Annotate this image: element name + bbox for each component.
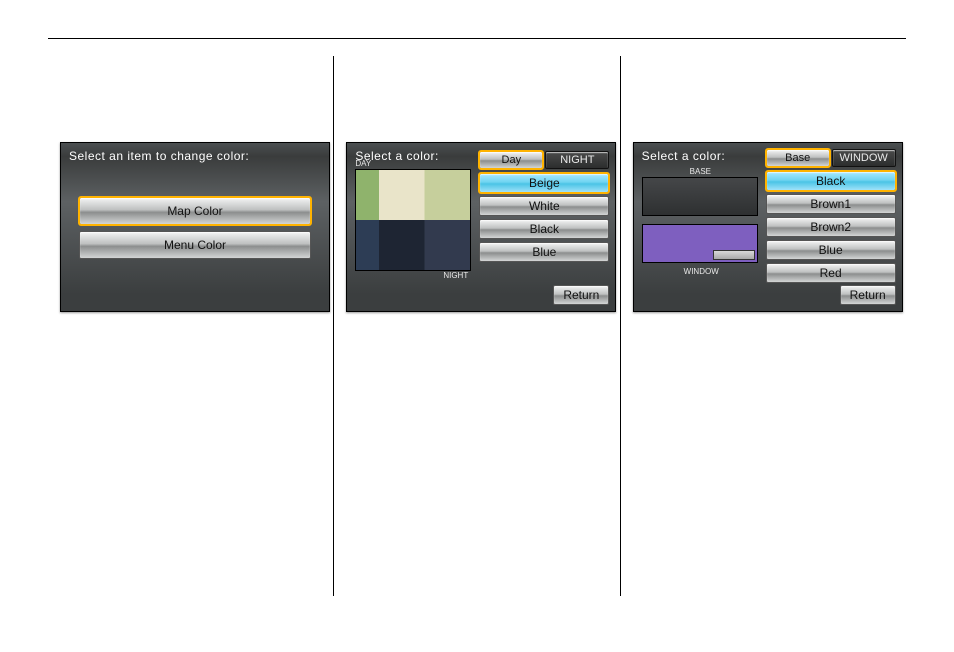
day-night-tabs: Day NIGHT — [479, 151, 609, 169]
preview-night-label: NIGHT — [443, 271, 468, 280]
option-black-label: Black — [816, 174, 845, 188]
menu-preview-window — [642, 224, 758, 263]
preview-base-label: BASE — [690, 167, 711, 176]
option-white-label: White — [529, 199, 560, 213]
menu-color-button[interactable]: Menu Color — [79, 231, 311, 259]
device-screen-menu-color: Select a color: BASE WINDOW Base WINDOW — [633, 142, 903, 312]
option-black[interactable]: Black — [479, 219, 609, 239]
option-red[interactable]: Red — [766, 263, 896, 283]
option-black-label: Black — [530, 222, 559, 236]
map-color-button[interactable]: Map Color — [79, 197, 311, 225]
device-screen-map-color: Select a color: DAY NIGHT Day NIGHT — [346, 142, 616, 312]
return-button[interactable]: Return — [840, 285, 896, 305]
option-blue[interactable]: Blue — [479, 242, 609, 262]
map-preview-day — [356, 170, 470, 220]
tab-day-label: Day — [502, 154, 522, 166]
option-beige[interactable]: Beige — [479, 173, 609, 193]
option-beige-label: Beige — [529, 176, 560, 190]
tab-window[interactable]: WINDOW — [832, 149, 896, 167]
base-window-tabs: Base WINDOW — [766, 149, 896, 167]
option-blue-label: Blue — [819, 243, 843, 257]
option-blue-label: Blue — [532, 245, 556, 259]
map-preview-night — [356, 220, 470, 270]
menu-preview — [642, 177, 758, 263]
option-red-label: Red — [820, 266, 842, 280]
device-screen-item-select: Select an item to change color: Map Colo… — [60, 142, 330, 312]
menu-preview-base — [642, 177, 758, 216]
tab-day[interactable]: Day — [479, 151, 543, 169]
menu-color-label: Menu Color — [164, 238, 226, 252]
column-3: Select a color: BASE WINDOW Base WINDOW — [621, 56, 906, 596]
option-black[interactable]: Black — [766, 171, 896, 191]
screen-title: Select an item to change color: — [69, 149, 249, 163]
horizontal-rule — [48, 38, 906, 39]
preview-window-label: WINDOW — [684, 267, 719, 276]
tab-night[interactable]: NIGHT — [545, 151, 609, 169]
return-label: Return — [563, 288, 599, 302]
option-brown1-label: Brown1 — [810, 197, 851, 211]
option-brown2-label: Brown2 — [810, 220, 851, 234]
tab-base-label: Base — [785, 152, 810, 164]
screen-title: Select a color: — [642, 149, 726, 163]
color-options: Black Brown1 Brown2 Blue Red — [766, 171, 896, 283]
column-2: Select a color: DAY NIGHT Day NIGHT — [334, 56, 619, 596]
option-blue[interactable]: Blue — [766, 240, 896, 260]
tab-night-label: NIGHT — [560, 154, 594, 166]
map-color-label: Map Color — [167, 204, 222, 218]
return-button[interactable]: Return — [553, 285, 609, 305]
option-brown2[interactable]: Brown2 — [766, 217, 896, 237]
column-1: Select an item to change color: Map Colo… — [48, 56, 333, 596]
tab-window-label: WINDOW — [840, 152, 888, 164]
option-brown1[interactable]: Brown1 — [766, 194, 896, 214]
option-white[interactable]: White — [479, 196, 609, 216]
map-preview — [355, 169, 471, 271]
tab-base[interactable]: Base — [766, 149, 830, 167]
preview-day-label: DAY — [355, 159, 371, 168]
color-options: Beige White Black Blue — [479, 173, 609, 262]
return-label: Return — [850, 288, 886, 302]
